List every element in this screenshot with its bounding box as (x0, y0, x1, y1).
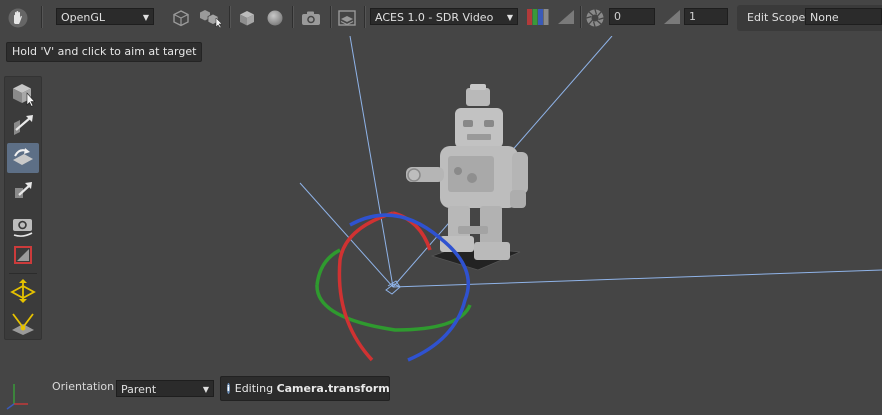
select-tool[interactable] (7, 79, 39, 109)
info-icon: i (227, 383, 230, 394)
toolbar-separator (41, 6, 43, 28)
edit-scope-label: Edit Scope (747, 11, 806, 24)
crop-tool-icon (14, 246, 32, 264)
camera-gizmo-icon (385, 280, 401, 295)
cube-select-icon[interactable] (198, 7, 224, 29)
tooltip-text: Hold 'V' and click to aim at target (12, 45, 197, 58)
camera-frustum-lines (299, 36, 882, 288)
camera-icon[interactable] (299, 7, 323, 29)
tool-separator (9, 273, 37, 274)
robot-model (406, 84, 528, 271)
edit-scope-dropdown[interactable]: None (805, 8, 882, 25)
hand-icon[interactable] (6, 6, 30, 30)
clipping-plane-icon (10, 279, 36, 303)
color-transform-dropdown[interactable]: ACES 1.0 - SDR Video ▼ (370, 8, 518, 25)
chevron-down-icon: ▼ (142, 13, 149, 22)
cube-wire-icon[interactable] (170, 7, 192, 29)
color-channels-icon[interactable] (526, 8, 550, 26)
translate-tool-icon (14, 115, 33, 135)
status-target: Camera.transform (276, 382, 390, 395)
gamma-field[interactable]: 1 (684, 8, 728, 25)
select-tool-icon (13, 84, 36, 107)
sphere-icon[interactable] (264, 7, 286, 29)
toolbar-separator (330, 6, 332, 28)
image-layers-icon[interactable] (336, 7, 358, 29)
toolbar-separator (229, 6, 231, 28)
cube-solid-icon[interactable] (236, 7, 258, 29)
chevron-down-icon: ▼ (506, 13, 513, 22)
viewer-toolbar: OpenGL ▼ ACES 1.0 - SDR Video ▼ 0 1 Edit… (0, 0, 882, 34)
rotate-tool[interactable] (7, 143, 39, 173)
toolbar-separator (292, 6, 294, 28)
axes-gizmo-icon (4, 380, 30, 413)
status-prefix: Editing (234, 382, 277, 395)
exposure-field[interactable]: 0 (609, 8, 655, 25)
aim-tooltip: Hold 'V' and click to aim at target (6, 42, 203, 62)
gamma-icon[interactable] (662, 8, 682, 26)
tool-panel (4, 76, 42, 340)
camera-tool[interactable] (7, 209, 39, 239)
toolbar-separator (364, 6, 366, 28)
rotate-tool-icon (13, 148, 33, 165)
gamma-value: 1 (689, 10, 696, 23)
clipping-icon[interactable] (556, 8, 576, 26)
translate-tool[interactable] (7, 110, 39, 140)
toolbar-separator (580, 6, 582, 28)
3d-viewport[interactable] (42, 36, 882, 376)
renderer-value: OpenGL (61, 11, 106, 24)
camera-tool-icon (13, 219, 33, 237)
crop-tool[interactable] (7, 240, 39, 270)
scale-tool-icon (15, 182, 32, 198)
light-aim-icon (12, 313, 34, 335)
orientation-dropdown[interactable]: Parent ▼ (116, 380, 214, 397)
clipping-plane-tool[interactable] (7, 276, 39, 306)
renderer-dropdown[interactable]: OpenGL ▼ (56, 8, 154, 25)
orientation-label: Orientation (52, 380, 115, 393)
color-transform-value: ACES 1.0 - SDR Video (375, 11, 494, 24)
exposure-value: 0 (614, 10, 621, 23)
editing-status: i Editing Camera.transform (220, 376, 390, 401)
edit-scope-value: None (810, 11, 839, 24)
scale-tool[interactable] (7, 176, 39, 206)
aperture-icon[interactable] (584, 7, 606, 29)
light-aim-tool[interactable] (7, 308, 39, 338)
chevron-down-icon: ▼ (202, 385, 209, 394)
edit-scope-panel: Edit Scope None (737, 5, 882, 31)
orientation-value: Parent (121, 383, 157, 396)
